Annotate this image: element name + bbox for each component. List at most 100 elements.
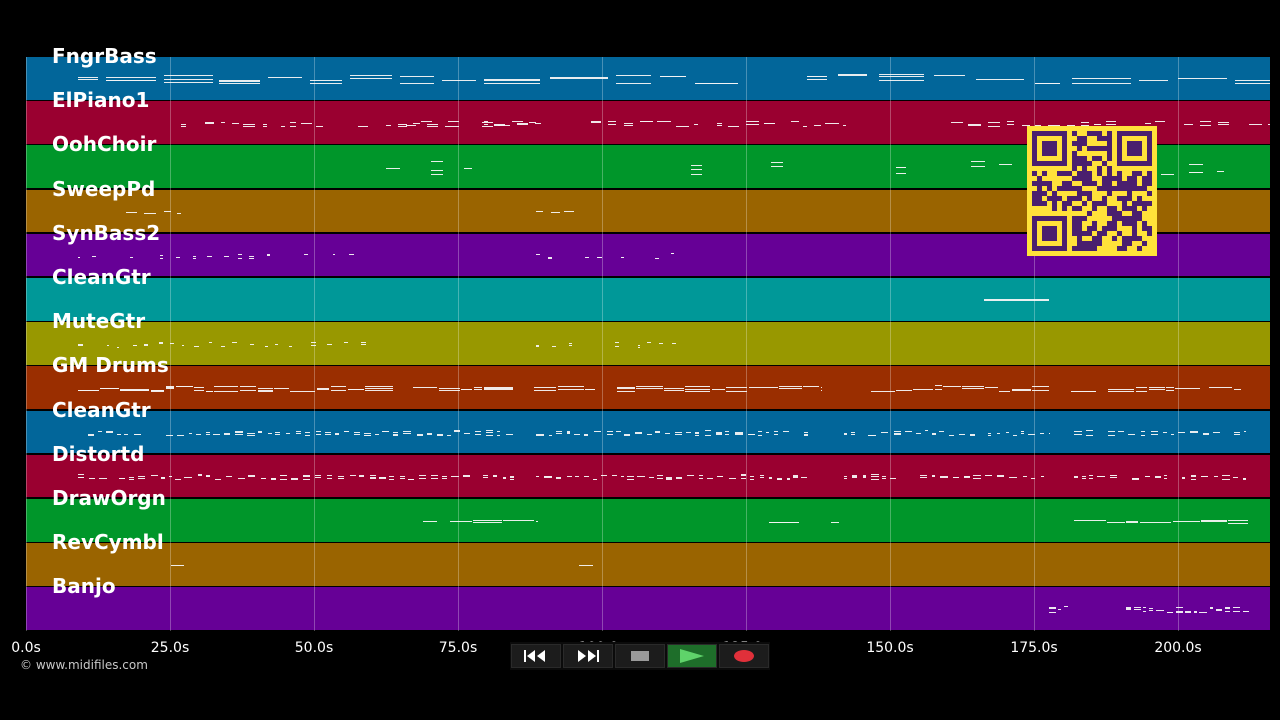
midi-note [406,125,416,127]
midi-note [564,211,574,213]
midi-note [665,479,672,481]
midi-note [205,390,214,392]
fast-forward-icon [578,650,599,662]
qr-module [1102,146,1107,151]
midi-note [1185,611,1192,613]
midi-note [786,479,790,481]
qr-module [1122,186,1127,191]
midi-note [237,253,243,255]
qr-module [1097,136,1102,141]
qr-module [1082,216,1087,221]
qr-module [1142,176,1147,181]
midi-note [290,390,316,392]
midi-note [1064,606,1068,608]
midi-note [1049,611,1056,613]
midi-note [615,74,652,76]
track-name: CleanGtr [52,265,151,289]
midi-note [862,476,867,478]
qr-module [1092,221,1097,226]
midi-note [105,76,157,78]
midi-note [449,520,473,522]
fast-forward-button[interactable] [563,644,613,668]
midi-note [194,346,199,348]
midi-note [1156,610,1164,612]
midi-note [1200,476,1209,478]
midi-note [880,431,889,433]
midi-note [1228,520,1249,522]
qr-module [1107,151,1112,156]
qr-module [1082,246,1087,251]
midi-note [88,478,96,480]
midi-note [894,433,901,435]
qr-module [1097,131,1102,136]
qr-module [1082,176,1087,181]
qr-module [1112,226,1117,231]
midi-note [349,254,354,256]
stop-button[interactable] [615,644,665,668]
midi-note [779,388,803,390]
midi-note [675,434,682,436]
qr-module [1107,146,1112,151]
midi-note [675,477,683,479]
midi-note [262,125,268,127]
qr-module [1127,176,1132,181]
midi-note [1221,474,1230,476]
qr-module [1137,201,1142,206]
midi-note [536,476,540,478]
midi-note [624,433,631,435]
midi-note [844,432,848,434]
qr-module [1082,141,1087,146]
midi-note [728,477,737,479]
midi-note [716,476,724,478]
track-lane [26,278,1270,321]
midi-note [350,474,356,476]
track-lane [26,543,1270,586]
qr-module [1087,131,1092,136]
midi-note [996,433,1001,435]
midi-note [106,431,113,433]
midi-note [247,433,256,435]
midi-note [567,475,573,477]
midi-note [261,478,267,480]
midi-note [1143,611,1147,613]
qr-module [1072,206,1077,211]
qr-module [1097,171,1102,176]
midi-note [726,391,748,393]
midi-note [1140,522,1171,524]
midi-note [317,388,330,390]
midi-note [164,74,213,76]
midi-note [473,521,502,523]
track-name: SweepPd [52,176,156,201]
midi-note [675,476,683,478]
qr-module [1107,181,1112,186]
qr-module [1147,231,1152,236]
midi-note [496,430,500,432]
midi-note [333,254,336,256]
midi-note [412,123,421,125]
rewind-button[interactable] [511,644,561,668]
midi-note [1175,612,1183,614]
midi-note [962,388,984,390]
midi-note [962,386,984,388]
qr-module [1127,191,1132,196]
midi-note [1242,479,1246,481]
midi-note [159,341,163,343]
qr-module [1082,156,1087,161]
midi-note [474,389,482,391]
midi-note [392,434,399,436]
midi-note [745,121,760,123]
qr-module [1092,246,1097,251]
play-button[interactable] [667,644,717,668]
qr-module [1082,171,1087,176]
midi-note [1155,476,1162,478]
midi-note [566,433,571,435]
record-button[interactable] [719,644,769,668]
midi-note [1194,611,1198,613]
qr-module [1142,186,1147,191]
qr-module [1097,241,1102,246]
midi-note [592,478,597,480]
midi-note [882,475,886,477]
time-tick-label: 200.0s [1154,640,1202,656]
qr-module [1072,141,1077,146]
midi-note [1150,434,1159,436]
